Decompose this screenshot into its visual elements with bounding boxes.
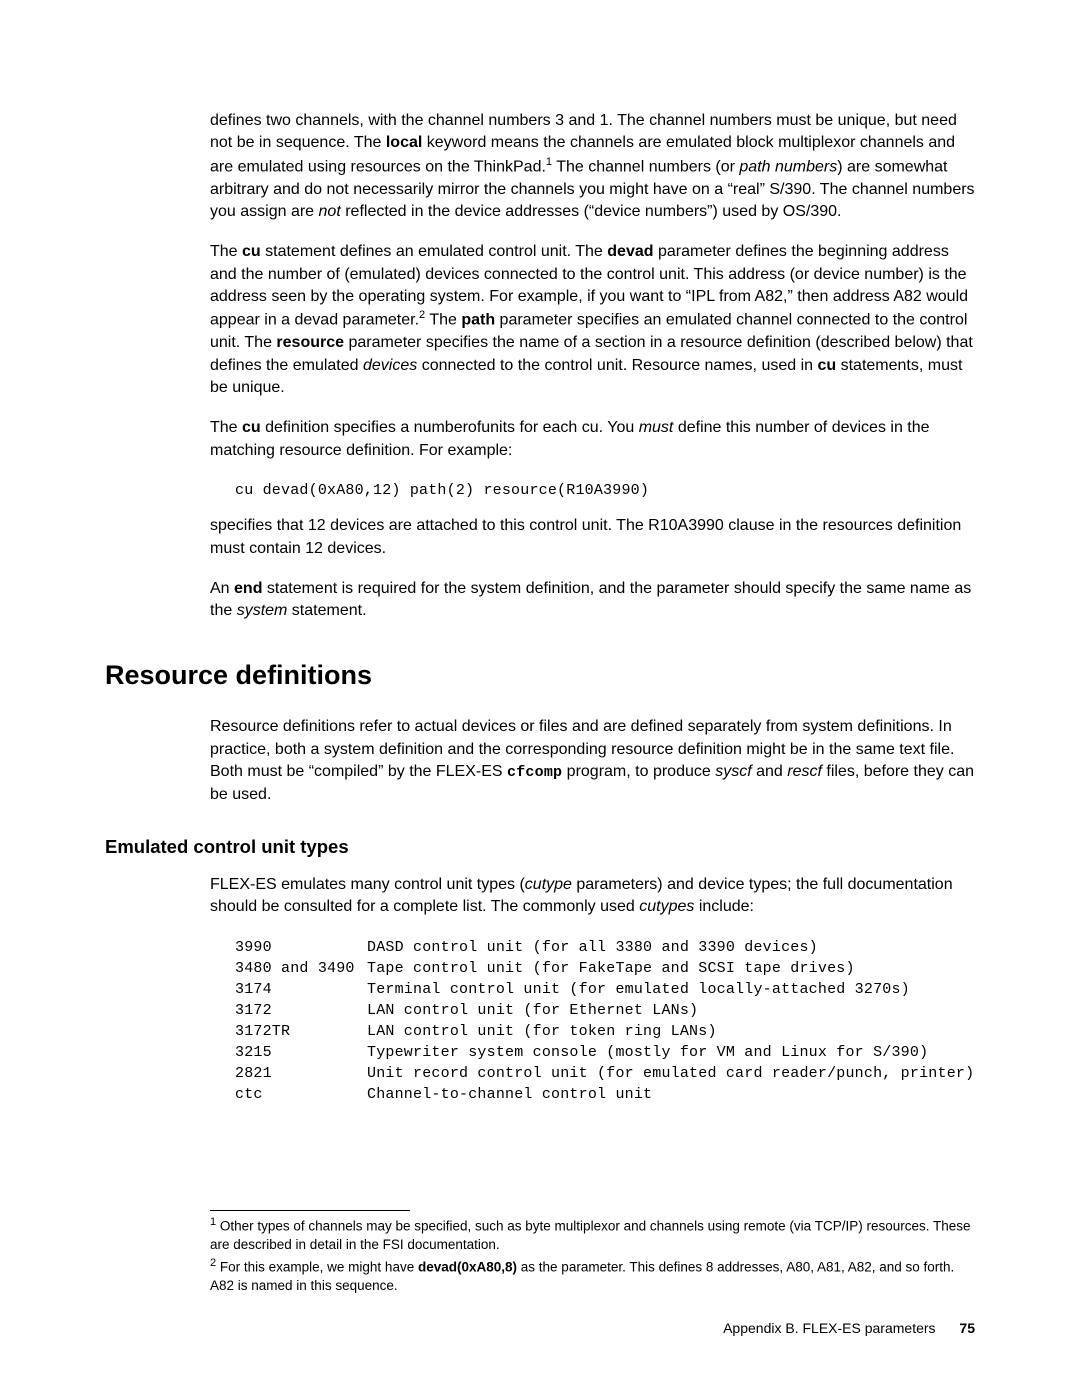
footnote-rule <box>210 1210 410 1211</box>
text: FLEX-ES emulates many control unit types… <box>210 876 525 893</box>
text: An <box>210 580 234 597</box>
cutype-desc: Unit record control unit (for emulated c… <box>367 1063 974 1084</box>
footer-text: Appendix B. FLEX-ES parameters <box>723 1320 935 1336</box>
term-must: must <box>639 419 674 436</box>
document-page: defines two channels, with the channel n… <box>0 0 1080 1397</box>
cutype-desc: DASD control unit (for all 3380 and 3390… <box>367 937 818 958</box>
cutype-name: 3215 <box>235 1042 367 1063</box>
subsection-heading-emulated-cu-types: Emulated control unit types <box>105 834 975 860</box>
footnotes: 1 Other types of channels may be specifi… <box>210 1215 975 1295</box>
text: specifies that 12 devices are attached t… <box>210 515 975 560</box>
text: definition specifies a numberofunits for… <box>261 419 639 436</box>
cutype-row: 3480 and 3490Tape control unit (for Fake… <box>235 958 975 979</box>
cutype-desc: Channel-to-channel control unit <box>367 1084 652 1105</box>
text: include: <box>694 898 754 915</box>
paragraph-4: specifies that 12 devices are attached t… <box>210 515 975 560</box>
text: The channel numbers (or <box>552 158 739 175</box>
text: The <box>210 419 242 436</box>
cutype-name: 3990 <box>235 937 367 958</box>
cutype-name: 2821 <box>235 1063 367 1084</box>
paragraph-7: FLEX-ES emulates many control unit types… <box>210 874 975 919</box>
cutype-desc: LAN control unit (for token ring LANs) <box>367 1021 717 1042</box>
term-rescf: rescf <box>787 763 822 780</box>
paragraph-6: Resource definitions refer to actual dev… <box>210 716 975 806</box>
cutype-name: 3172 <box>235 1000 367 1021</box>
cutype-row: 3172TRLAN control unit (for token ring L… <box>235 1021 975 1042</box>
text: connected to the control unit. Resource … <box>417 357 817 374</box>
cutype-row: 3172LAN control unit (for Ethernet LANs) <box>235 1000 975 1021</box>
text: statement. <box>287 602 366 619</box>
cutype-desc: Typewriter system console (mostly for VM… <box>367 1042 928 1063</box>
section-heading-resource-definitions: Resource definitions <box>105 657 975 695</box>
term-not: not <box>319 203 341 220</box>
text: and <box>752 763 788 780</box>
keyword-cu2: cu <box>817 357 836 374</box>
keyword-path: path <box>461 312 495 329</box>
cutype-row: 3174Terminal control unit (for emulated … <box>235 979 975 1000</box>
text: For this example, we might have <box>216 1260 418 1275</box>
cutype-name: ctc <box>235 1084 367 1105</box>
term-devices: devices <box>363 357 417 374</box>
keyword-cu3: cu <box>242 419 261 436</box>
cutype-name: 3172TR <box>235 1021 367 1042</box>
term-syscf: syscf <box>715 763 751 780</box>
cutype-row: ctcChannel-to-channel control unit <box>235 1084 975 1105</box>
cutype-row: 3990DASD control unit (for all 3380 and … <box>235 937 975 958</box>
text: reflected in the device addresses (“devi… <box>341 203 842 220</box>
term-path-numbers: path numbers <box>739 158 837 175</box>
code-example-1: cu devad(0xA80,12) path(2) resource(R10A… <box>235 480 975 501</box>
cutype-row: 3215Typewriter system console (mostly fo… <box>235 1042 975 1063</box>
keyword-resource: resource <box>276 334 344 351</box>
text: The <box>425 312 461 329</box>
cutype-desc: Terminal control unit (for emulated loca… <box>367 979 910 1000</box>
paragraph-3: The cu definition specifies a numberofun… <box>210 417 975 462</box>
footnote-2: 2 For this example, we might have devad(… <box>210 1256 975 1295</box>
param-devad: devad(0xA80,8) <box>418 1260 517 1275</box>
cutype-desc: Tape control unit (for FakeTape and SCSI… <box>367 958 855 979</box>
text: The <box>210 243 242 260</box>
keyword-cu: cu <box>242 243 261 260</box>
term-system: system <box>237 602 288 619</box>
cutype-name: 3480 and 3490 <box>235 958 367 979</box>
term-cutype: cutype <box>525 876 572 893</box>
paragraph-5: An end statement is required for the sys… <box>210 578 975 623</box>
page-number: 75 <box>959 1320 975 1336</box>
paragraph-2: The cu statement defines an emulated con… <box>210 241 975 399</box>
keyword-local: local <box>386 134 422 151</box>
cutype-desc: LAN control unit (for Ethernet LANs) <box>367 1000 698 1021</box>
cmd-cfcomp: cfcomp <box>507 764 562 781</box>
cutype-name: 3174 <box>235 979 367 1000</box>
cutype-row: 2821Unit record control unit (for emulat… <box>235 1063 975 1084</box>
keyword-end: end <box>234 580 262 597</box>
footnote-1: 1 Other types of channels may be specifi… <box>210 1215 975 1254</box>
page-footer: Appendix B. FLEX-ES parameters 75 <box>105 1319 975 1339</box>
cutype-table: 3990DASD control unit (for all 3380 and … <box>235 937 975 1105</box>
term-cutypes: cutypes <box>639 898 694 915</box>
text: program, to produce <box>562 763 715 780</box>
keyword-devad: devad <box>607 243 653 260</box>
text: Other types of channels may be specified… <box>210 1219 971 1252</box>
text: statement defines an emulated control un… <box>261 243 608 260</box>
paragraph-1: defines two channels, with the channel n… <box>210 110 975 223</box>
